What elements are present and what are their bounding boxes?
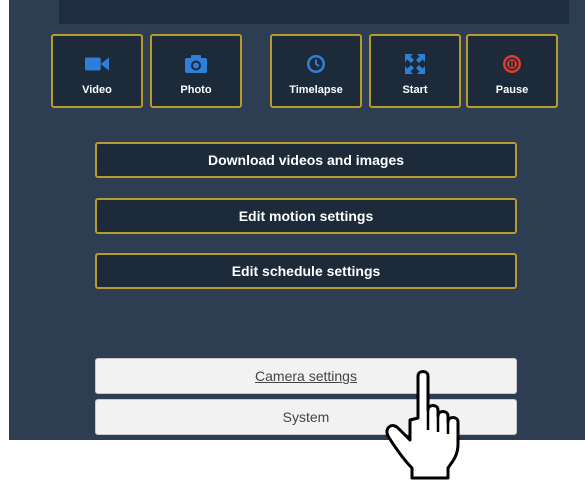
hand-pointer-icon (385, 370, 460, 480)
video-label: Video (82, 84, 112, 96)
camera-settings-label: Camera settings (255, 368, 357, 384)
edit-motion-settings-label: Edit motion settings (238, 208, 374, 224)
pause-circle-icon (500, 54, 524, 74)
camera-icon (184, 54, 208, 74)
start-button[interactable]: Start (369, 34, 461, 108)
video-button[interactable]: Video (51, 34, 143, 108)
top-bar (59, 0, 569, 24)
edit-motion-settings-button[interactable]: Edit motion settings (95, 198, 517, 234)
clock-icon (304, 54, 328, 74)
edit-schedule-settings-label: Edit schedule settings (231, 263, 381, 279)
photo-label: Photo (180, 84, 212, 96)
pause-label: Pause (495, 84, 529, 96)
photo-button[interactable]: Photo (150, 34, 242, 108)
video-camera-icon (85, 54, 109, 74)
start-label: Start (402, 84, 428, 96)
download-media-label: Download videos and images (207, 152, 405, 168)
timelapse-label: Timelapse (289, 84, 343, 96)
timelapse-button[interactable]: Timelapse (270, 34, 362, 108)
pause-button[interactable]: Pause (466, 34, 558, 108)
system-label: System (282, 409, 330, 425)
edit-schedule-settings-button[interactable]: Edit schedule settings (95, 253, 517, 289)
expand-arrows-icon (403, 54, 427, 74)
download-media-button[interactable]: Download videos and images (95, 142, 517, 178)
